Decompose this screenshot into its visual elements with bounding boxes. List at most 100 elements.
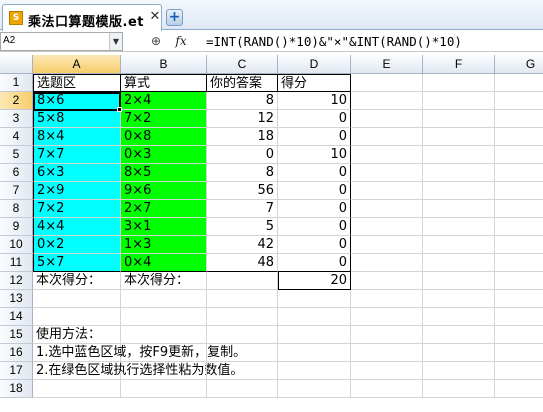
cell-b9[interactable]: 3×1 [121, 218, 207, 236]
cell-c18[interactable] [207, 380, 278, 398]
row-header-16[interactable]: 16 [0, 344, 33, 362]
cell-c3[interactable]: 12 [207, 110, 278, 128]
cell-f6[interactable] [423, 164, 495, 182]
cell-g3[interactable] [495, 110, 543, 128]
cell-d5[interactable]: 10 [278, 146, 351, 164]
cell-e1[interactable] [351, 74, 423, 92]
cell-f10[interactable] [423, 236, 495, 254]
cell-d18[interactable] [278, 380, 351, 398]
cell-f14[interactable] [423, 308, 495, 326]
row-header-17[interactable]: 17 [0, 362, 33, 380]
cell-c2[interactable]: 8 [207, 92, 278, 110]
column-header-d[interactable]: D [278, 55, 351, 74]
column-header-g[interactable]: G [495, 55, 543, 74]
cell-e11[interactable] [351, 254, 423, 272]
cell-e4[interactable] [351, 128, 423, 146]
column-header-c[interactable]: C [207, 55, 278, 74]
cell-b14[interactable] [121, 308, 207, 326]
cell-b17[interactable] [121, 362, 207, 380]
document-tab[interactable]: S 乘法口算题模版.et ✕ [2, 4, 162, 31]
cell-e6[interactable] [351, 164, 423, 182]
cell-b11[interactable]: 0×4 [121, 254, 207, 272]
cell-g18[interactable] [495, 380, 543, 398]
name-box[interactable]: A2 ▼ [0, 32, 123, 51]
row-header-11[interactable]: 11 [0, 254, 33, 272]
cell-d10[interactable]: 0 [278, 236, 351, 254]
cell-d11[interactable]: 0 [278, 254, 351, 272]
cell-f5[interactable] [423, 146, 495, 164]
cell-g17[interactable] [495, 362, 543, 380]
cell-f12[interactable] [423, 272, 495, 290]
cell-a1[interactable]: 选题区 [33, 74, 121, 92]
cell-g6[interactable] [495, 164, 543, 182]
cell-c6[interactable]: 8 [207, 164, 278, 182]
cell-f8[interactable] [423, 200, 495, 218]
cell-e16[interactable] [351, 344, 423, 362]
cell-g2[interactable] [495, 92, 543, 110]
cell-d17[interactable] [278, 362, 351, 380]
row-header-13[interactable]: 13 [0, 290, 33, 308]
cell-d16[interactable] [278, 344, 351, 362]
cell-f16[interactable] [423, 344, 495, 362]
column-header-e[interactable]: E [351, 55, 423, 74]
cell-e17[interactable] [351, 362, 423, 380]
instructions-step-1[interactable]: 1.选中蓝色区域，按F9更新，复制。 [33, 344, 246, 362]
cell-b12[interactable]: 本次得分： [121, 272, 207, 290]
row-header-9[interactable]: 9 [0, 218, 33, 236]
cell-c4[interactable]: 18 [207, 128, 278, 146]
cell-b8[interactable]: 2×7 [121, 200, 207, 218]
cell-c12[interactable] [207, 272, 278, 290]
cell-e8[interactable] [351, 200, 423, 218]
cell-g11[interactable] [495, 254, 543, 272]
cell-c15[interactable] [207, 326, 278, 344]
cell-b16[interactable] [121, 344, 207, 362]
cell-e3[interactable] [351, 110, 423, 128]
cell-c17[interactable] [207, 362, 278, 380]
row-header-10[interactable]: 10 [0, 236, 33, 254]
cell-f7[interactable] [423, 182, 495, 200]
cell-f4[interactable] [423, 128, 495, 146]
cell-b10[interactable]: 1×3 [121, 236, 207, 254]
row-header-4[interactable]: 4 [0, 128, 33, 146]
cell-c10[interactable]: 42 [207, 236, 278, 254]
row-header-12[interactable]: 12 [0, 272, 33, 290]
cell-b6[interactable]: 8×5 [121, 164, 207, 182]
cell-a5[interactable]: 7×7 [33, 146, 121, 164]
insert-function-icon[interactable]: fx [171, 33, 191, 49]
cell-f15[interactable] [423, 326, 495, 344]
row-header-14[interactable]: 14 [0, 308, 33, 326]
cell-c8[interactable]: 7 [207, 200, 278, 218]
cell-d15[interactable] [278, 326, 351, 344]
cell-c7[interactable]: 56 [207, 182, 278, 200]
cell-d1[interactable]: 得分 [278, 74, 351, 92]
cell-a8[interactable]: 7×2 [33, 200, 121, 218]
cell-g9[interactable] [495, 218, 543, 236]
cell-e14[interactable] [351, 308, 423, 326]
cell-c16[interactable] [207, 344, 278, 362]
cell-a12[interactable]: 本次得分： [33, 272, 121, 290]
cell-e9[interactable] [351, 218, 423, 236]
row-header-3[interactable]: 3 [0, 110, 33, 128]
cell-f13[interactable] [423, 290, 495, 308]
column-header-f[interactable]: F [423, 55, 495, 74]
cell-f18[interactable] [423, 380, 495, 398]
new-tab-button[interactable]: + [166, 9, 183, 26]
cell-e15[interactable] [351, 326, 423, 344]
cell-a11[interactable]: 5×7 [33, 254, 121, 272]
cell-a3[interactable]: 5×8 [33, 110, 121, 128]
cell-g4[interactable] [495, 128, 543, 146]
instructions-title[interactable]: 使用方法： [33, 326, 121, 344]
cell-f11[interactable] [423, 254, 495, 272]
cell-c9[interactable]: 5 [207, 218, 278, 236]
cell-c11[interactable]: 48 [207, 254, 278, 272]
row-header-6[interactable]: 6 [0, 164, 33, 182]
cell-b18[interactable] [121, 380, 207, 398]
cell-d4[interactable]: 0 [278, 128, 351, 146]
row-header-5[interactable]: 5 [0, 146, 33, 164]
formula-input[interactable]: =INT(RAND()*10)&"×"&INT(RAND()*10) [200, 32, 543, 51]
cell-c1[interactable]: 你的答案 [207, 74, 278, 92]
cell-g12[interactable] [495, 272, 543, 290]
cell-a6[interactable]: 6×3 [33, 164, 121, 182]
cell-d13[interactable] [278, 290, 351, 308]
chevron-down-icon[interactable]: ▼ [109, 33, 122, 50]
